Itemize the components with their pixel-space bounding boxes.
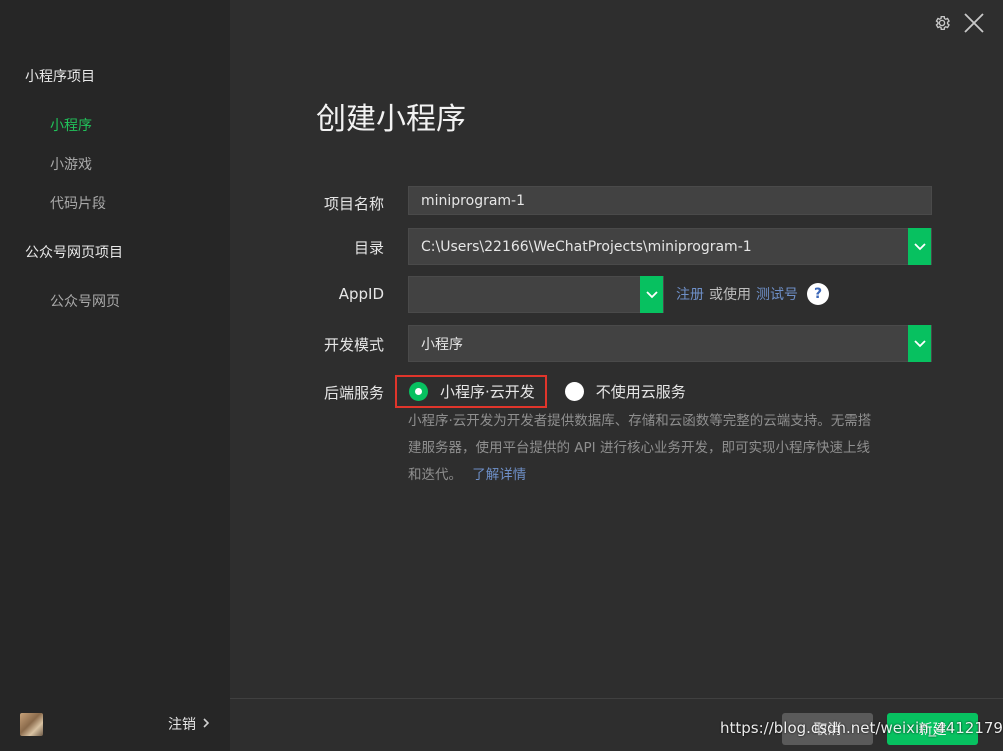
dev-mode-label: 开发模式 [323, 336, 384, 354]
logout-label: 注销 [168, 717, 196, 733]
sidebar-group-official-account: 公众号网页项目 [25, 245, 123, 261]
radio-cloud-dev[interactable]: 小程序·云开发 [395, 375, 547, 408]
create-miniprogram-window: 小程序项目 小程序 小游戏 代码片段 公众号网页项目 公众号网页 注销 创建小程 [0, 0, 1003, 751]
register-link[interactable]: 注册 [676, 284, 704, 304]
project-name-label: 项目名称 [323, 195, 384, 213]
footer-bar: 取消 新建 https://blog.csdn.net/weixin_44121… [230, 698, 1003, 751]
avatar[interactable] [20, 713, 43, 736]
sidebar-item-minigame[interactable]: 小游戏 [50, 154, 92, 174]
backend-radio-group: 小程序·云开发 不使用云服务 [395, 375, 686, 408]
dev-mode-value: 小程序 [421, 336, 463, 353]
sidebar-item-miniprogram[interactable]: 小程序 [50, 115, 92, 135]
description-line: 建服务器，使用平台提供的 API 进行核心业务开发，即可实现小程序快速上线 [408, 440, 870, 456]
radio-unchecked-icon [564, 382, 584, 401]
directory-select[interactable]: C:\Users\22166\WeChatProjects\miniprogra… [408, 228, 932, 265]
sidebar: 小程序项目 小程序 小游戏 代码片段 公众号网页项目 公众号网页 注销 [0, 0, 230, 751]
project-name-input[interactable]: miniprogram-1 [408, 186, 932, 215]
description-line: 小程序·云开发为开发者提供数据库、存储和云函数等完整的云端支持。无需搭 [408, 413, 872, 429]
backend-description: 小程序·云开发为开发者提供数据库、存储和云函数等完整的云端支持。无需搭 建服务器… [408, 408, 928, 489]
help-icon[interactable]: ? [807, 283, 829, 305]
directory-label: 目录 [353, 239, 384, 257]
chevron-down-icon[interactable] [640, 276, 663, 313]
gear-icon[interactable] [933, 14, 951, 36]
main-panel: 创建小程序 项目名称 miniprogram-1 目录 C:\Users\221… [230, 0, 1003, 751]
appid-links: 注册 或使用 测试号 ? [676, 283, 829, 305]
appid-select[interactable] [408, 276, 664, 313]
chevron-down-icon[interactable] [908, 228, 931, 265]
sidebar-item-code-snippet[interactable]: 代码片段 [50, 193, 106, 213]
directory-value: C:\Users\22166\WeChatProjects\miniprogra… [421, 238, 752, 255]
chevron-right-icon [202, 717, 210, 731]
sidebar-item-official-webpage[interactable]: 公众号网页 [50, 291, 120, 311]
window-controls [933, 12, 985, 38]
appid-label: AppID [338, 285, 384, 303]
radio-checked-icon [409, 382, 428, 401]
sidebar-footer: 注销 [0, 699, 230, 751]
learn-more-link[interactable]: 了解详情 [472, 467, 526, 483]
cancel-button[interactable]: 取消 [782, 713, 873, 745]
project-name-value: miniprogram-1 [421, 192, 526, 209]
radio-no-cloud[interactable]: 不使用云服务 [564, 381, 686, 402]
page-title: 创建小程序 [316, 102, 466, 137]
backend-label: 后端服务 [323, 384, 384, 402]
chevron-down-icon[interactable] [908, 325, 931, 362]
sidebar-group-miniprogram: 小程序项目 [25, 69, 95, 85]
close-icon[interactable] [963, 12, 985, 38]
logout-button[interactable]: 注销 [168, 714, 210, 734]
create-button[interactable]: 新建 [887, 713, 978, 745]
dev-mode-select[interactable]: 小程序 [408, 325, 932, 362]
test-account-link[interactable]: 测试号 [756, 284, 798, 304]
radio-cloud-dev-label: 小程序·云开发 [440, 383, 535, 401]
radio-no-cloud-label: 不使用云服务 [595, 383, 686, 401]
or-use-text: 或使用 [709, 287, 751, 303]
description-line: 和迭代。 了解详情 [408, 467, 527, 483]
